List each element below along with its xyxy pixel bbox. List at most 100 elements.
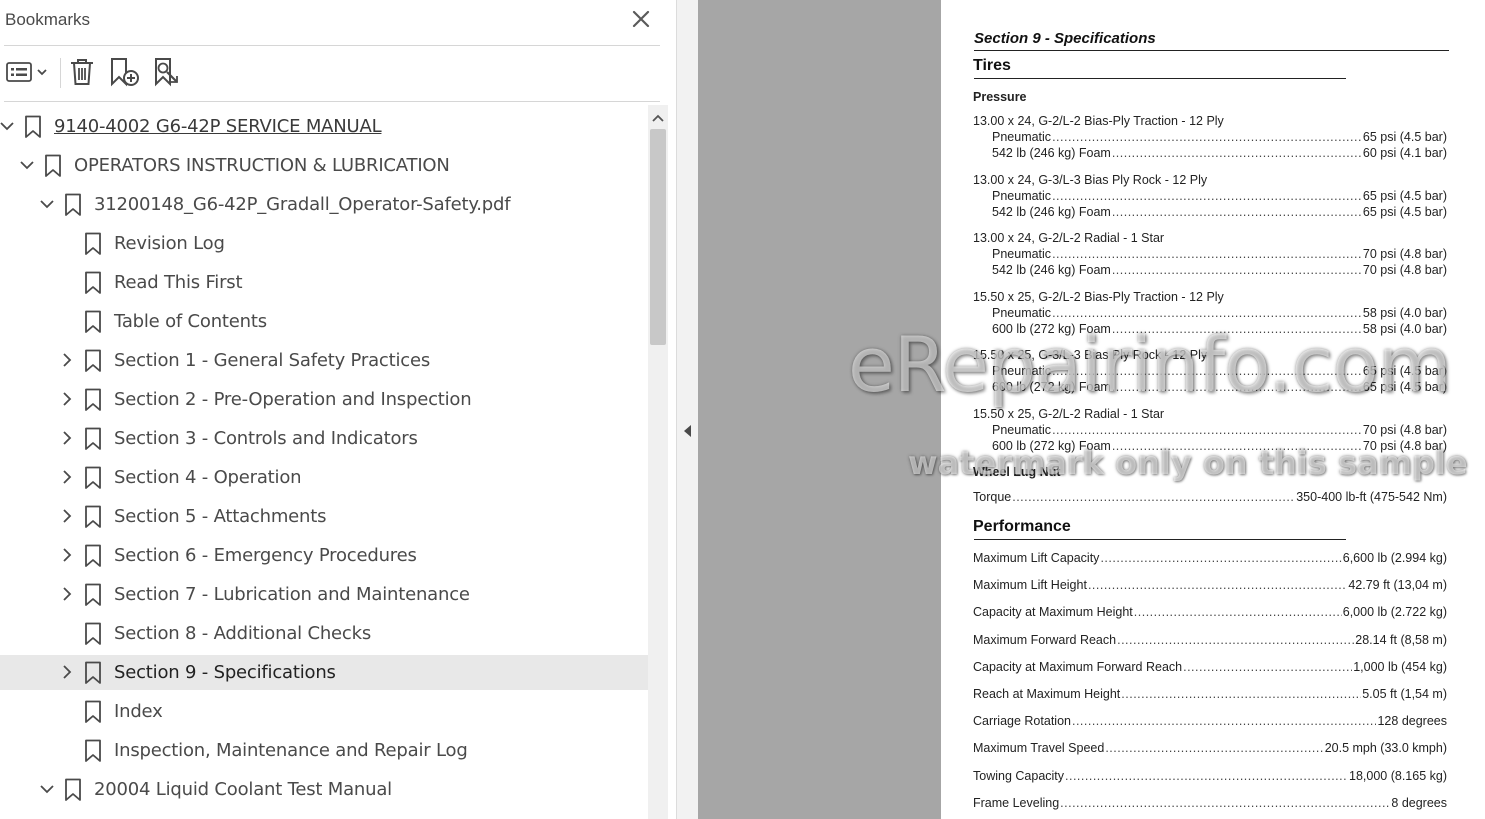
document-background bbox=[698, 0, 941, 819]
spec-label: Pneumatic bbox=[992, 247, 1052, 261]
tires-heading-rule bbox=[974, 78, 1346, 79]
bookmark-item[interactable]: Section 8 - Additional Checks bbox=[0, 616, 648, 651]
bookmark-item[interactable]: Section 1 - General Safety Practices bbox=[0, 343, 648, 378]
bookmark-item[interactable]: Section 7 - Lubrication and Maintenance bbox=[0, 577, 648, 612]
tire-size-heading: 13.00 x 24, G-3/L-3 Bias Ply Rock - 12 P… bbox=[973, 173, 1208, 187]
chevron-right-icon[interactable] bbox=[59, 430, 75, 446]
spec-label: 542 lb (246 kg) Foam bbox=[992, 263, 1111, 277]
tire-pressure-row: 542 lb (246 kg) Foam 65 psi (4.5 bar) bbox=[992, 205, 1447, 219]
bookmark-item[interactable]: Revision Log bbox=[0, 226, 648, 261]
chevron-right-icon[interactable] bbox=[59, 547, 75, 563]
bookmark-options-button[interactable] bbox=[4, 54, 48, 90]
bookmark-label: Section 9 - Specifications bbox=[114, 662, 336, 683]
bookmark-item[interactable]: Section 9 - Specifications bbox=[0, 655, 648, 690]
spec-value: 65 psi (4.5 bar) bbox=[1362, 189, 1447, 203]
chevron-right-icon[interactable] bbox=[59, 508, 75, 524]
chevron-right-icon[interactable] bbox=[59, 352, 75, 368]
bookmark-item[interactable]: 31200148_G6-42P_Gradall_Operator-Safety.… bbox=[0, 187, 648, 222]
find-bookmark-button[interactable] bbox=[150, 54, 186, 90]
spec-label: Pneumatic bbox=[992, 189, 1052, 203]
bookmark-item[interactable]: Inspection, Maintenance and Repair Log bbox=[0, 733, 648, 768]
collapse-panel-button[interactable] bbox=[683, 424, 693, 438]
performance-row: Carriage Rotation 128 degrees bbox=[973, 714, 1447, 728]
bookmark-label: Section 4 - Operation bbox=[114, 467, 302, 488]
spec-label: Pneumatic bbox=[992, 130, 1052, 144]
performance-row: Maximum Forward Reach 28.14 ft (8,58 m) bbox=[973, 633, 1447, 647]
performance-row: Maximum Lift Capacity 6,600 lb (2.994 kg) bbox=[973, 551, 1447, 565]
bookmark-icon bbox=[24, 115, 42, 139]
spec-label: Frame Leveling bbox=[973, 795, 1060, 810]
chevron-right-icon[interactable] bbox=[59, 664, 75, 680]
bookmark-label: Index bbox=[114, 701, 163, 722]
tire-pressure-row: Pneumatic 65 psi (4.5 bar) bbox=[992, 130, 1447, 144]
bookmark-item[interactable]: Section 2 - Pre-Operation and Inspection bbox=[0, 382, 648, 417]
bookmark-icon bbox=[84, 583, 102, 607]
bookmark-tree: 9140-4002 G6-42P SERVICE MANUAL OPERATORS… bbox=[0, 105, 648, 819]
add-bookmark-icon bbox=[111, 58, 139, 87]
scroll-up-button[interactable] bbox=[648, 109, 668, 127]
chevron-down-icon[interactable] bbox=[39, 196, 55, 212]
find-bookmark-icon bbox=[155, 58, 178, 87]
chevron-right-icon[interactable] bbox=[59, 391, 75, 407]
spec-value: 5.05 ft (1,54 m) bbox=[1362, 687, 1447, 701]
bookmark-item[interactable]: Read This First bbox=[0, 265, 648, 300]
chevron-down-icon[interactable] bbox=[39, 781, 55, 797]
bookmark-item[interactable]: OPERATORS INSTRUCTION & LUBRICATION bbox=[0, 148, 648, 183]
spec-value: 6,000 lb (2.722 kg) bbox=[1342, 605, 1447, 620]
bookmark-label: Section 6 - Emergency Procedures bbox=[114, 545, 417, 566]
bookmark-label: OPERATORS INSTRUCTION & LUBRICATION bbox=[74, 155, 450, 176]
bookmark-item[interactable]: Section 4 - Operation bbox=[0, 460, 648, 495]
performance-row: Maximum Lift Height 42.79 ft (13,04 m) bbox=[973, 578, 1447, 592]
spec-label: Capacity at Maximum Forward Reach bbox=[973, 659, 1183, 674]
pressure-heading: Pressure bbox=[973, 90, 1027, 104]
bookmark-icon bbox=[84, 349, 102, 373]
chevron-right-icon[interactable] bbox=[59, 586, 75, 602]
close-panel-button[interactable] bbox=[630, 8, 652, 30]
dot-leader bbox=[1088, 578, 1347, 592]
dot-leader bbox=[1117, 633, 1354, 647]
bookmark-label: Revision Log bbox=[114, 233, 225, 254]
bookmark-item[interactable]: Index bbox=[0, 694, 648, 729]
bookmark-item[interactable]: Table of Contents bbox=[0, 304, 648, 339]
performance-heading-rule bbox=[974, 539, 1346, 540]
chevron-right-icon[interactable] bbox=[59, 469, 75, 485]
bookmark-icon bbox=[84, 661, 102, 685]
spec-value: 18,000 (8.165 kg) bbox=[1349, 768, 1447, 783]
new-bookmark-button[interactable] bbox=[106, 54, 142, 90]
scrollbar-thumb[interactable] bbox=[650, 129, 666, 345]
spec-value: 58 psi (4.0 bar) bbox=[1362, 306, 1447, 320]
spec-label: Pneumatic bbox=[992, 306, 1052, 320]
chevron-up-icon bbox=[652, 114, 664, 122]
tire-pressure-row: Pneumatic 70 psi (4.8 bar) bbox=[992, 247, 1447, 261]
spec-label: Torque bbox=[973, 490, 1012, 504]
panel-splitter[interactable] bbox=[676, 0, 698, 819]
bookmarks-panel-title: Bookmarks bbox=[5, 10, 91, 29]
bookmark-item[interactable]: Section 6 - Emergency Procedures bbox=[0, 538, 648, 573]
chevron-down-icon[interactable] bbox=[19, 157, 35, 173]
bookmark-icon bbox=[84, 505, 102, 529]
bookmark-icon bbox=[84, 700, 102, 724]
delete-bookmark-button[interactable] bbox=[66, 54, 98, 90]
bookmark-item[interactable]: 20004 Liquid Coolant Test Manual bbox=[0, 772, 648, 807]
dot-leader bbox=[1060, 796, 1390, 810]
spec-label: Reach at Maximum Height bbox=[973, 687, 1121, 701]
performance-row: Capacity at Maximum Height 6,000 lb (2.72… bbox=[973, 605, 1447, 619]
bookmark-icon bbox=[84, 622, 102, 646]
spec-label: Maximum Lift Capacity bbox=[973, 551, 1100, 565]
bookmark-icon bbox=[84, 310, 102, 334]
bookmark-item[interactable]: Section 3 - Controls and Indicators bbox=[0, 421, 648, 456]
bookmark-item[interactable]: 9140-4002 G6-42P SERVICE MANUAL bbox=[0, 109, 648, 144]
bookmark-icon bbox=[84, 271, 102, 295]
torque-row: Torque 350-400 lb-ft (475-542 Nm) bbox=[973, 490, 1447, 504]
bookmark-item[interactable]: Section 5 - Attachments bbox=[0, 499, 648, 534]
chevron-down-icon[interactable] bbox=[0, 118, 15, 134]
spec-value: 42.79 ft (13,04 m) bbox=[1348, 578, 1447, 593]
bookmarks-toolbar bbox=[0, 54, 660, 92]
bookmark-label: 31200148_G6-42P_Gradall_Operator-Safety.… bbox=[94, 194, 511, 215]
tire-pressure-row: Pneumatic 65 psi (4.5 bar) bbox=[992, 189, 1447, 203]
spec-label: Pneumatic bbox=[992, 423, 1052, 437]
dot-leader bbox=[1065, 769, 1348, 783]
trash-icon bbox=[71, 59, 93, 85]
bookmark-label: 20004 Liquid Coolant Test Manual bbox=[94, 779, 392, 800]
bookmark-scrollbar[interactable] bbox=[648, 105, 668, 819]
